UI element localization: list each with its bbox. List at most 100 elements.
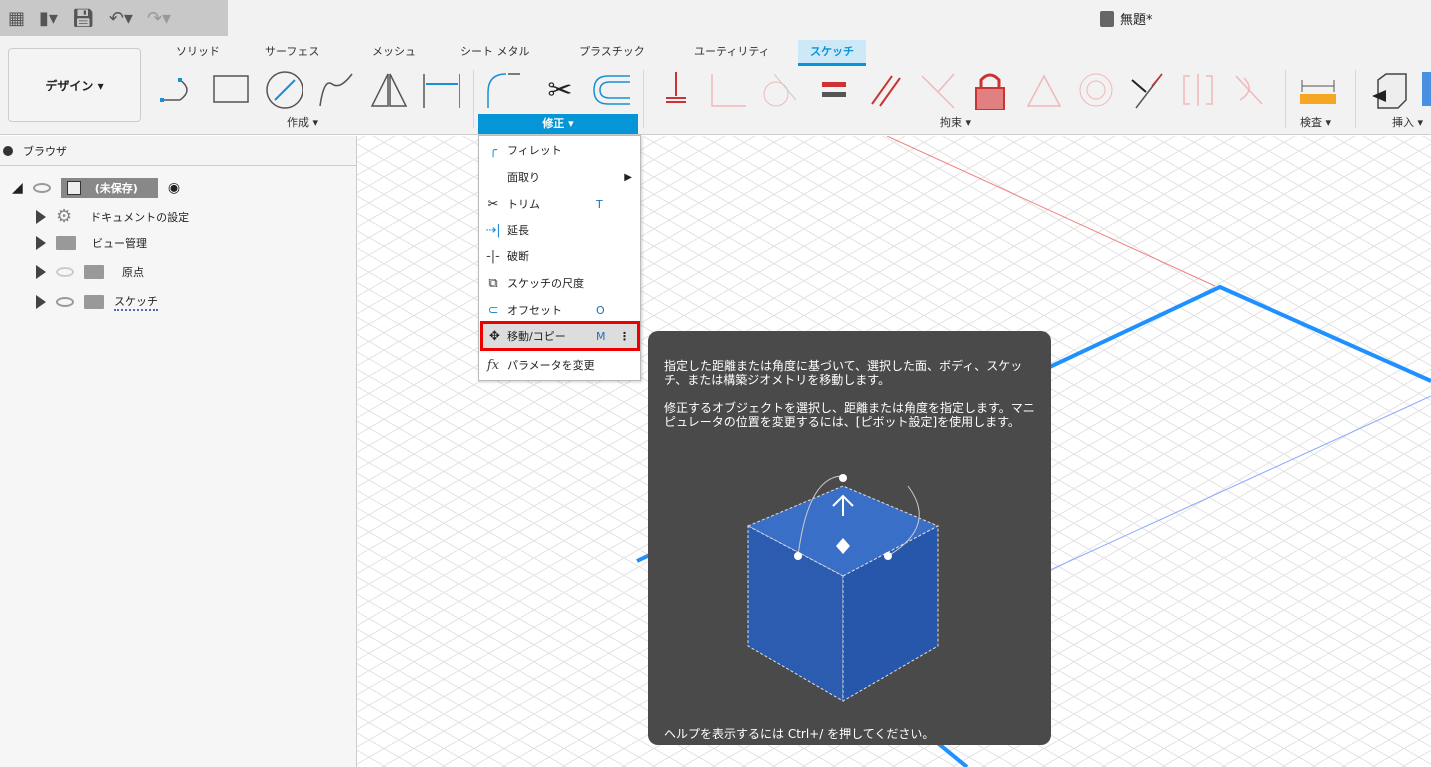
- parallel-constraint-icon[interactable]: [864, 70, 904, 110]
- folder-icon: [56, 236, 76, 250]
- spline-tool-icon[interactable]: [316, 70, 356, 110]
- tab-mesh[interactable]: メッシュ: [360, 40, 428, 66]
- collinear-constraint-icon[interactable]: [1126, 70, 1166, 110]
- symmetry-constraint-icon[interactable]: [1176, 70, 1216, 110]
- rectangle-tool-icon[interactable]: [210, 70, 250, 110]
- tab-sketch[interactable]: スケッチ: [798, 40, 866, 66]
- browser-item-named-views[interactable]: ビュー管理: [36, 235, 147, 251]
- folder-icon: [84, 295, 104, 309]
- item-label: ビュー管理: [92, 237, 147, 250]
- fx-icon: fx: [486, 357, 500, 373]
- mirror-tool-icon[interactable]: [368, 70, 408, 110]
- tab-sheet-metal[interactable]: シート メタル: [448, 40, 542, 66]
- tab-solid[interactable]: ソリッド: [164, 40, 232, 66]
- perpendicular-constraint-icon[interactable]: [916, 70, 956, 110]
- shortcut-key: T: [596, 197, 603, 211]
- browser-item-sketches[interactable]: スケッチ: [36, 293, 158, 311]
- menu-item-change-parameters[interactable]: fx パラメータを変更: [479, 352, 640, 378]
- menu-label: フィレット: [507, 144, 562, 157]
- item-label: 原点: [122, 266, 144, 279]
- trim-icon: ✂: [487, 196, 499, 212]
- measure-tool-icon[interactable]: [1298, 70, 1338, 110]
- expand-icon[interactable]: [36, 265, 46, 279]
- save-icon[interactable]: 💾︎: [72, 8, 95, 29]
- menu-item-break[interactable]: -|- 破断: [479, 243, 640, 269]
- browser-panel: ブラウザ ◢ (未保存) ◉ ⚙ ドキュメントの設定 ビュー管理 原点 スケッチ: [0, 136, 357, 767]
- eye-hidden-icon[interactable]: [56, 267, 74, 277]
- workspace-label: デザイン ▾: [45, 78, 104, 93]
- expanded-triangle-icon[interactable]: ◢: [12, 180, 23, 196]
- create-group-label[interactable]: 作成 ▾: [287, 114, 318, 130]
- tab-surface[interactable]: サーフェス: [253, 40, 331, 66]
- redo-icon[interactable]: ↷▾: [147, 8, 171, 29]
- eye-icon[interactable]: [32, 183, 51, 193]
- line-tool-icon[interactable]: [158, 70, 198, 110]
- coincident-constraint-icon[interactable]: [708, 70, 748, 110]
- folder-icon: [84, 265, 104, 279]
- fix-constraint-icon[interactable]: [660, 70, 700, 110]
- menu-label: スケッチの尺度: [507, 277, 584, 290]
- tooltip-help-hint: ヘルプを表示するには Ctrl+/ を押してください。: [664, 727, 935, 741]
- menu-item-trim[interactable]: ✂ トリム T: [479, 191, 640, 217]
- midpoint-constraint-icon[interactable]: [1022, 70, 1062, 110]
- concentric-constraint-icon[interactable]: [1074, 70, 1114, 110]
- equal-constraint-icon[interactable]: [812, 70, 852, 110]
- document-title: 無題*: [1100, 9, 1153, 28]
- insert-group-label[interactable]: 挿入 ▾: [1392, 114, 1423, 130]
- menu-item-sketch-scale[interactable]: ⧉ スケッチの尺度: [479, 270, 640, 296]
- offset-tool-icon[interactable]: [590, 70, 630, 110]
- break-icon: -|-: [486, 248, 500, 264]
- fillet-tool-icon[interactable]: [484, 70, 524, 110]
- modify-group-button[interactable]: 修正 ▾: [478, 114, 638, 134]
- tab-utility[interactable]: ユーティリティ: [682, 40, 782, 66]
- menu-item-move-copy[interactable]: ✥ 移動/コピー M ⋮: [480, 321, 640, 351]
- collapse-icon[interactable]: [3, 145, 13, 156]
- constraints-group-label[interactable]: 拘束 ▾: [940, 114, 971, 130]
- workspace-selector[interactable]: デザイン ▾: [8, 48, 141, 122]
- lock-constraint-icon[interactable]: [968, 70, 1008, 110]
- grid-menu-icon[interactable]: ▦: [8, 8, 25, 29]
- circle-tool-icon[interactable]: [263, 70, 303, 110]
- undo-icon[interactable]: ↶▾: [109, 8, 133, 29]
- browser-title: ブラウザ: [23, 144, 67, 158]
- component-icon: [66, 181, 81, 195]
- menu-label: パラメータを変更: [507, 359, 595, 372]
- ribbon: デザイン ▾ ソリッド サーフェス メッシュ シート メタル プラスチック ユー…: [0, 36, 1431, 135]
- insert-derive-icon[interactable]: [1368, 70, 1408, 110]
- browser-item-origin[interactable]: 原点: [36, 264, 144, 280]
- menu-label: オフセット: [507, 304, 562, 317]
- trim-scissors-icon[interactable]: ✂: [540, 70, 580, 110]
- inspect-group-label[interactable]: 検査 ▾: [1300, 114, 1331, 130]
- expand-icon[interactable]: [36, 209, 46, 224]
- tab-plastic[interactable]: プラスチック: [567, 40, 657, 66]
- tooltip-instructions: 修正するオブジェクトを選択し、距離または角度を指定します。マニピュレータの位置を…: [664, 401, 1035, 429]
- expand-icon[interactable]: [36, 236, 46, 250]
- separator: [1285, 70, 1286, 128]
- menu-item-fillet[interactable]: ╭ フィレット: [479, 137, 640, 163]
- extend-icon: ⇢|: [485, 222, 501, 238]
- activate-radio-icon[interactable]: ◉: [168, 180, 180, 196]
- browser-root-item[interactable]: ◢ (未保存) ◉: [12, 178, 180, 198]
- menu-label: トリム: [507, 198, 540, 211]
- y-axis-line: [1036, 395, 1431, 577]
- item-label: ドキュメントの設定: [90, 210, 190, 224]
- dimension-tool-icon[interactable]: [420, 70, 460, 110]
- browser-item-document-settings[interactable]: ⚙ ドキュメントの設定: [36, 206, 189, 227]
- gear-icon: ⚙: [56, 206, 73, 227]
- document-icon: [1100, 10, 1114, 27]
- file-icon[interactable]: ▮▾: [39, 8, 58, 29]
- root-label: (未保存): [94, 182, 138, 195]
- menu-item-offset[interactable]: ⊂ オフセット O: [479, 297, 640, 323]
- more-options-icon[interactable]: ⋮: [619, 330, 630, 343]
- curvature-constraint-icon[interactable]: [1226, 70, 1266, 110]
- separator: [1355, 70, 1356, 128]
- eye-icon[interactable]: [56, 297, 74, 307]
- menu-item-chamfer[interactable]: フィレット面取り▶: [479, 164, 640, 190]
- menu-item-extend[interactable]: ⇢| 延長: [479, 217, 640, 243]
- tangent-constraint-icon[interactable]: [758, 70, 798, 110]
- root-component[interactable]: (未保存): [60, 178, 158, 198]
- expand-icon[interactable]: [36, 295, 46, 309]
- insert-image-icon[interactable]: [1422, 72, 1431, 106]
- fillet-icon: ╭: [489, 142, 497, 158]
- browser-header[interactable]: ブラウザ: [0, 136, 356, 166]
